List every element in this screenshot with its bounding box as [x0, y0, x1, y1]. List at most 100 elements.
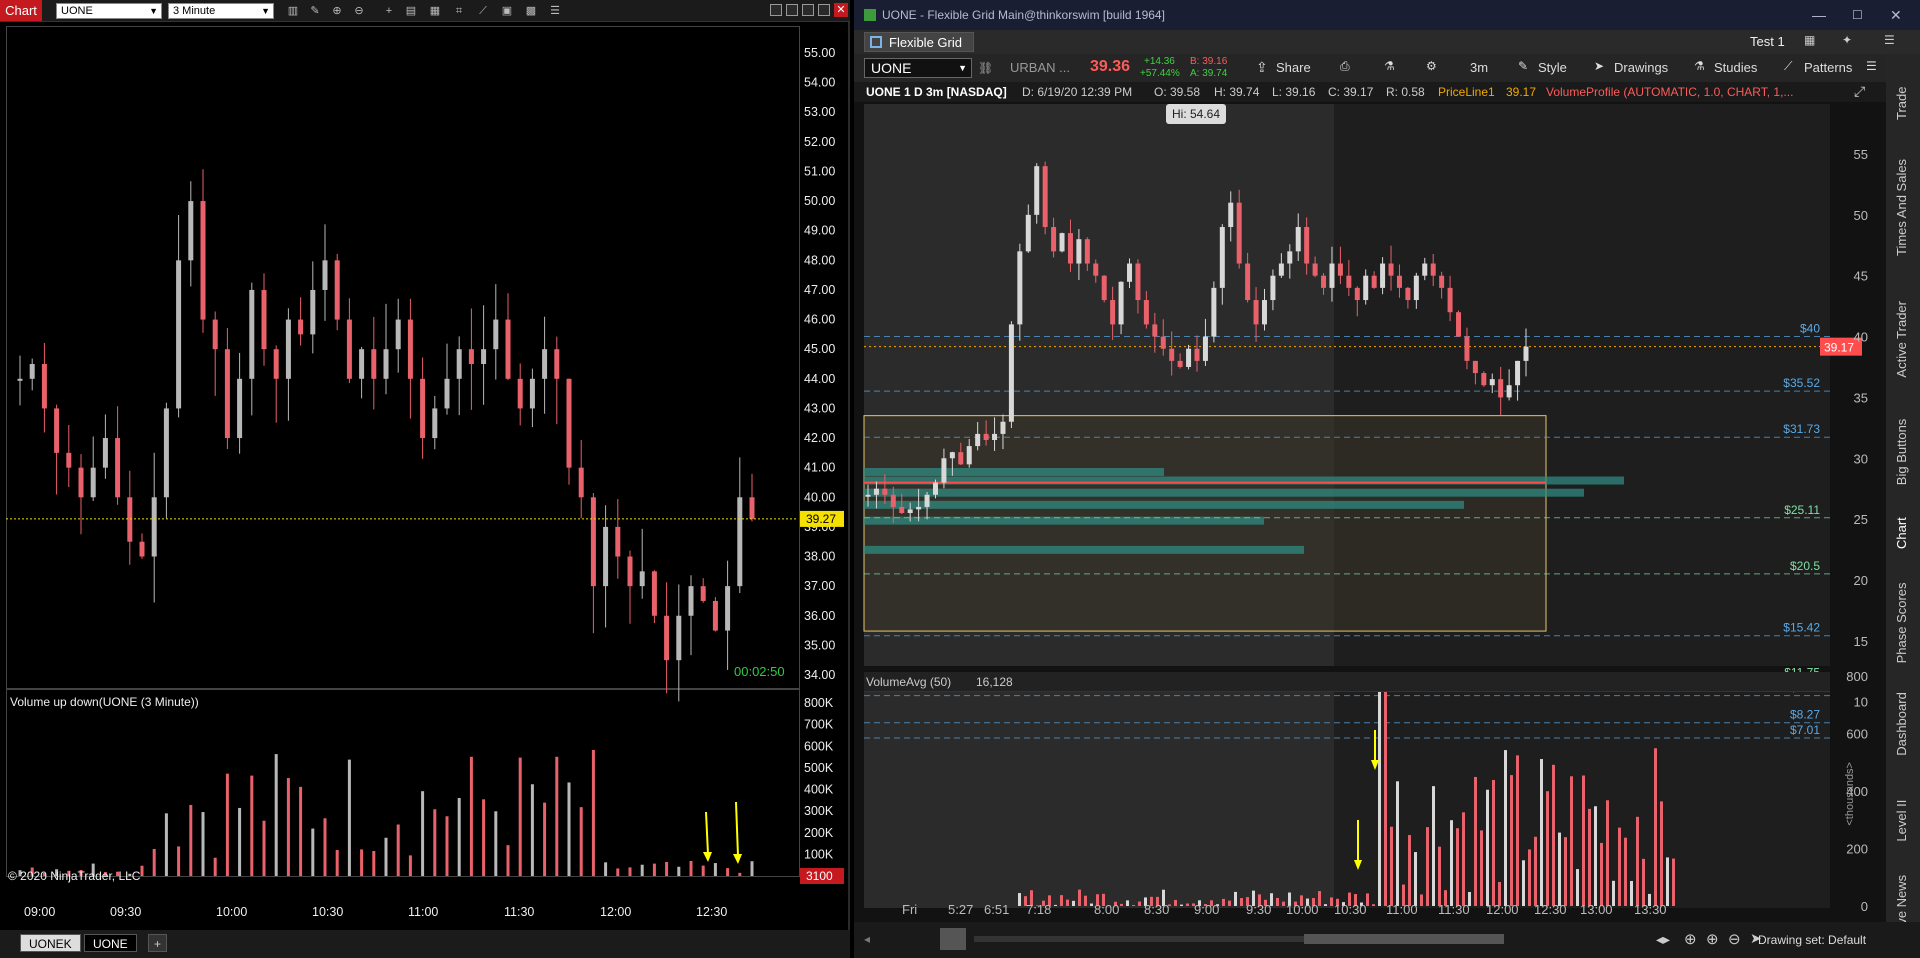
tos-volume-bar	[1528, 849, 1531, 906]
maximize-icon[interactable]: ☐	[1852, 0, 1863, 30]
tos-candle-body	[1177, 360, 1183, 367]
nt-candle-body	[725, 586, 731, 631]
zoom-out-icon[interactable]: ⊖	[1728, 930, 1741, 948]
ninjatrader-window: Chart UONE ▼ 3 Minute ▼ ▥ ✎ ⊕ ⊖ + ▤ ▦ ⌗ ⟋ …	[0, 0, 850, 958]
tos-volume-bar	[1090, 903, 1093, 906]
style-icon[interactable]: ✎	[1518, 59, 1528, 73]
nt-candle-body	[676, 615, 682, 661]
tos-volume-tick: 600	[1846, 727, 1868, 742]
strategies-icon[interactable]: ▦	[428, 4, 442, 18]
tos-volume-bar	[1672, 858, 1675, 906]
tos-candle-body	[1093, 263, 1099, 276]
volume-unit: <thousands>	[1844, 762, 1856, 826]
tos-volume-tick: 800	[1846, 669, 1868, 684]
nt-volume-bar	[530, 784, 534, 876]
tos-volume-bar	[1378, 681, 1381, 906]
nt-volume-bar	[274, 754, 278, 876]
share-icon[interactable]: ⇪	[1256, 59, 1268, 76]
test-label[interactable]: Test 1	[1750, 34, 1785, 49]
nt-volume-bar	[408, 855, 412, 876]
layout-icon[interactable]: ▦	[1804, 33, 1815, 47]
data-box-icon[interactable]: ▩	[524, 4, 538, 18]
volume-profile-bar	[864, 488, 1584, 497]
zoom-out-icon[interactable]: ⊖	[352, 4, 366, 18]
patterns-button[interactable]: Patterns	[1804, 60, 1852, 75]
side-tab-times-and-sales[interactable]: Times And Sales	[1894, 128, 1909, 256]
side-tab-chart[interactable]: Chart	[1894, 493, 1909, 549]
close-icon[interactable]: ✕	[1890, 0, 1902, 30]
tab-uone[interactable]: UONE	[84, 934, 137, 952]
tos-candle-body	[1396, 275, 1402, 288]
properties-icon[interactable]: ▤	[404, 4, 418, 18]
maximize-icon[interactable]	[802, 4, 814, 16]
nt-candle-body	[90, 467, 96, 498]
templates-icon[interactable]: ⟋	[476, 4, 490, 18]
list-icon[interactable]: ☰	[548, 4, 562, 18]
side-tab-active-trader[interactable]: Active Trader	[1894, 264, 1909, 378]
tos-candle-body	[1118, 281, 1124, 325]
volume-study-label: VolumeAvg (50)	[866, 675, 952, 689]
order-icon[interactable]: ▣	[500, 4, 514, 18]
side-tab-level-ii[interactable]: Level II	[1894, 764, 1909, 842]
volume-profile-bar	[864, 500, 1464, 509]
interval-button[interactable]: 3m	[1470, 60, 1488, 75]
level-label: $25.11	[1784, 503, 1820, 517]
menu-icon[interactable]: ☰	[1884, 33, 1895, 47]
indicators-icon[interactable]: ⌗	[452, 4, 466, 18]
tos-volume-bar	[1486, 789, 1489, 906]
nt-candle-body	[176, 260, 182, 409]
nt-price-tick: 37.00	[804, 579, 835, 593]
link-icon[interactable]: ⛓	[978, 61, 993, 75]
side-tab-trade[interactable]: Trade	[1894, 64, 1909, 120]
nt-time-tick: 12:00	[600, 905, 631, 919]
interval-select[interactable]: 3 Minute ▼	[168, 3, 274, 19]
menu-icon[interactable]: ☰	[1866, 59, 1877, 73]
crosshair-icon[interactable]: ⊕	[1684, 930, 1697, 948]
bubble-icon[interactable]: ⎙	[1340, 59, 1350, 74]
flexible-grid-tab[interactable]: Flexible Grid	[864, 32, 974, 52]
grid-icon	[870, 36, 882, 48]
studies-button[interactable]: Studies	[1714, 60, 1757, 75]
pencil-icon[interactable]: ✎	[308, 4, 322, 18]
close-icon[interactable]: ✕	[834, 3, 848, 17]
nt-price-tick: 47.00	[804, 283, 835, 297]
patterns-icon[interactable]: ⟋	[1784, 59, 1792, 74]
tos-candle-body	[1101, 275, 1107, 301]
drawing-set[interactable]: Drawing set: Default	[1758, 933, 1866, 947]
tab-uonek[interactable]: UONEK	[20, 934, 81, 952]
home-icon[interactable]	[940, 928, 966, 950]
restore-icon[interactable]	[818, 4, 830, 16]
zoom-in-icon[interactable]: ⊕	[330, 4, 344, 18]
settings-icon[interactable]: ⚙	[1426, 59, 1437, 73]
studies-icon[interactable]: ⚗	[1694, 59, 1705, 73]
tile-icon[interactable]	[770, 4, 782, 16]
pan-icon[interactable]: ◂▸	[1656, 931, 1670, 948]
side-tab-big-buttons[interactable]: Big Buttons	[1894, 386, 1909, 485]
tos-volume-bar	[1372, 904, 1375, 906]
crosshair-icon[interactable]: +	[382, 4, 396, 18]
nt-tab-bar: UONEK UONE +	[0, 930, 850, 958]
drawings-button[interactable]: Drawings	[1614, 60, 1668, 75]
zoom-in-icon[interactable]: ⊕	[1706, 930, 1719, 948]
minimize-icon[interactable]: —	[1812, 0, 1826, 30]
cursor-icon[interactable]: ➤	[1594, 59, 1604, 73]
add-tab-button[interactable]: +	[148, 934, 168, 952]
flask-icon[interactable]: ⚗	[1384, 59, 1395, 73]
minimize-icon[interactable]	[786, 4, 798, 16]
scroll-left-icon[interactable]: ◂	[864, 932, 870, 946]
style-button[interactable]: Style	[1538, 60, 1567, 75]
share-button[interactable]: Share	[1276, 60, 1311, 75]
pin-icon[interactable]: ✦	[1842, 33, 1852, 47]
tos-candle-body	[1008, 324, 1014, 422]
nt-volume-bar	[262, 820, 266, 876]
tos-grid-bar: Flexible Grid Test 1 ▦ ✦ ☰	[854, 30, 1920, 54]
symbol-select[interactable]: UONE ▼	[864, 58, 972, 78]
side-tab-dashboard[interactable]: Dashboard	[1894, 671, 1909, 756]
scrollbar-thumb[interactable]	[1304, 934, 1504, 944]
side-tab-phase-scores[interactable]: Phase Scores	[1894, 557, 1909, 663]
collapse-icon[interactable]: ⤢	[1854, 83, 1865, 100]
tos-candle-body	[1321, 275, 1327, 288]
bar-type-icon[interactable]: ▥	[286, 4, 300, 18]
tos-time-tick: 12:00	[1486, 902, 1519, 917]
instrument-select[interactable]: UONE ▼	[56, 3, 162, 19]
